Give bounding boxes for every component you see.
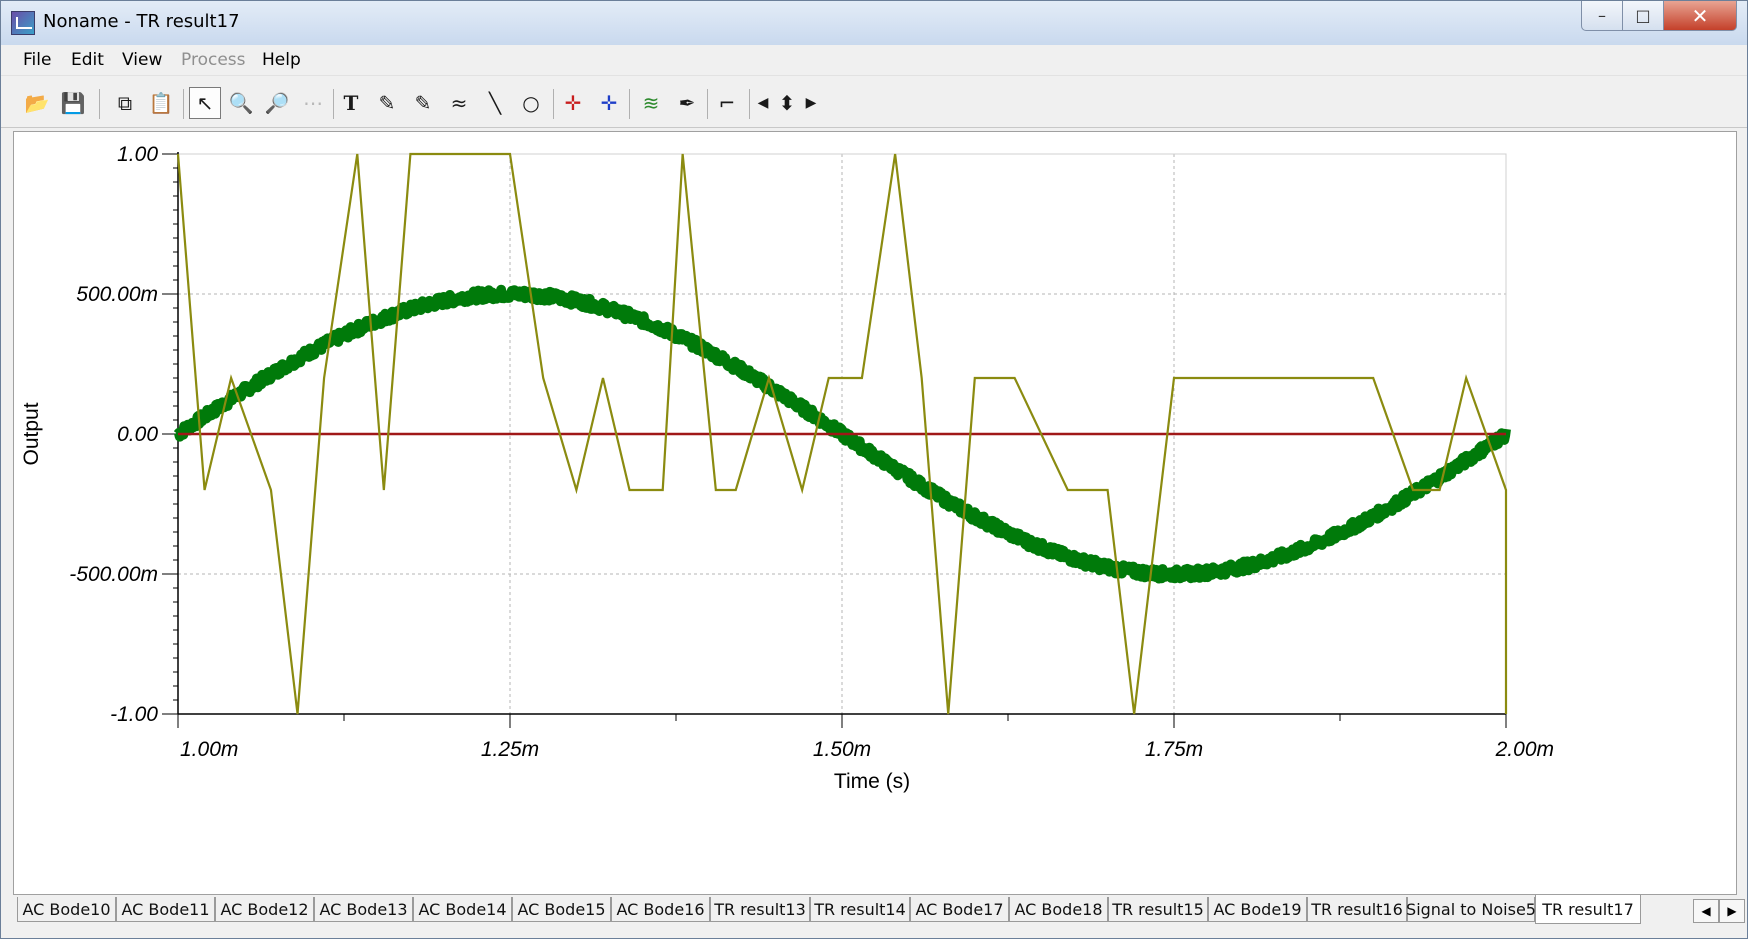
grid-button[interactable]: ⋯ [297,87,329,119]
cursor-b-icon: ✛ [600,91,618,115]
tab-ac-bode19[interactable]: AC Bode19 [1208,897,1307,922]
paste-button[interactable]: 📋 [145,87,177,119]
add-curves-icon: ≋ [642,91,660,115]
y-tick-label: 1.00 [117,143,158,166]
tab-scroll-right-button[interactable]: ▶ [1719,899,1745,923]
zoom-100-icon: 🔎 [264,91,290,115]
text-button[interactable]: T [335,87,367,119]
menu-file[interactable]: File [23,50,51,70]
toolbar-separator [707,89,708,119]
tab-tr-result13[interactable]: TR result13 [710,897,810,922]
window-title: Noname - TR result17 [43,11,240,32]
menu-help[interactable]: Help [262,50,301,70]
tab-ac-bode17[interactable]: AC Bode17 [910,897,1009,922]
title-bar: Noname - TR result17 – □ ✕ [1,1,1747,45]
maximize-button[interactable]: □ [1622,1,1664,31]
save-button[interactable]: 💾 [57,87,89,119]
grid-icon: ⋯ [303,91,323,115]
y-tick-label: -500.00m [69,563,158,586]
toolbar-separator [333,89,334,119]
y-tick-label: 0.00 [117,423,158,446]
pointer-icon: ↖ [196,91,214,115]
text-icon: T [343,91,359,115]
tab-bar: AC Bode10 AC Bode11 AC Bode12 AC Bode13 … [13,895,1745,925]
tab-tr-result17[interactable]: TR result17 [1535,895,1641,924]
menu-bar: File Edit View Process Help [1,45,1747,76]
tab-ac-bode12[interactable]: AC Bode12 [215,897,314,922]
label-point-button[interactable]: ✎ [407,87,439,119]
pointer-button[interactable]: ↖ [189,87,221,119]
y-axis-label: Output [20,402,43,465]
zoom-in-icon: 🔍 [228,91,254,115]
app-window: Noname - TR result17 – □ ✕ File Edit Vie… [0,0,1748,939]
step-icon: ⌐ [718,91,736,115]
tab-signal-to-noise5[interactable]: Signal to Noise5 [1406,897,1536,922]
arrow-left-button[interactable]: ◀ [753,87,773,119]
open-button[interactable]: 📂 [21,87,53,119]
tab-ac-bode13[interactable]: AC Bode13 [314,897,413,922]
label-equation-button[interactable]: ≈ [443,87,475,119]
dropper-icon: ✒ [678,91,696,115]
cursor-a-icon: ✛ [564,91,582,115]
plot-area[interactable]: 1.00 500.00m 0.00 -500.00m -1.00 1.00m 1.25m 1.… [13,131,1737,895]
app-icon[interactable] [11,11,35,35]
tab-ac-bode11[interactable]: AC Bode11 [116,897,215,922]
toolbar-separator [183,89,184,119]
x-tick-label: 1.00m [180,738,238,761]
arrow-right-button[interactable]: ▶ [801,87,821,119]
arrow-left-icon: ◀ [757,95,769,111]
minimize-button[interactable]: – [1581,1,1623,31]
tab-tr-result15[interactable]: TR result15 [1108,897,1208,922]
open-icon: 📂 [24,91,50,115]
circle-icon: ○ [522,91,540,115]
menu-process[interactable]: Process [181,50,246,70]
add-curves-button[interactable]: ≋ [635,87,667,119]
y-tick-label: -1.00 [110,703,158,726]
circle-button[interactable]: ○ [515,87,547,119]
label-curve-button[interactable]: ✎ [371,87,403,119]
zoom-100-button[interactable]: 🔎 [261,87,293,119]
chart[interactable]: 1.00 500.00m 0.00 -500.00m -1.00 1.00m 1.25m 1.… [14,132,1736,894]
x-tick-label: 1.25m [481,738,539,761]
toolbar-separator [553,89,554,119]
arrow-updown-button[interactable]: ⬍ [773,87,801,119]
zoom-in-button[interactable]: 🔍 [225,87,257,119]
label-curve-icon: ✎ [378,91,396,115]
toolbar-separator [629,89,630,119]
copy-button[interactable]: ⧉ [109,87,141,119]
tab-ac-bode15[interactable]: AC Bode15 [512,897,611,922]
close-button[interactable]: ✕ [1663,1,1737,31]
tab-tr-result16[interactable]: TR result16 [1307,897,1407,922]
tab-tr-result14[interactable]: TR result14 [810,897,910,922]
save-icon: 💾 [60,91,86,115]
toolbar-separator [749,89,750,119]
label-equation-icon: ≈ [450,91,468,115]
tab-scroll-left-button[interactable]: ◀ [1693,899,1719,923]
step-button[interactable]: ⌐ [711,87,743,119]
line-button[interactable]: ╲ [479,87,511,119]
tab-ac-bode10[interactable]: AC Bode10 [17,897,116,922]
x-tick-label: 2.00m [1495,738,1554,761]
dropper-button[interactable]: ✒ [671,87,703,119]
tab-ac-bode18[interactable]: AC Bode18 [1009,897,1108,922]
tab-ac-bode14[interactable]: AC Bode14 [413,897,512,922]
cursor-a-button[interactable]: ✛ [557,87,589,119]
arrow-right-icon: ▶ [805,95,817,111]
tab-ac-bode16[interactable]: AC Bode16 [611,897,710,922]
menu-edit[interactable]: Edit [71,50,104,70]
arrow-updown-icon: ⬍ [778,91,796,115]
toolbar: 📂 💾 ⧉ 📋 ↖ 🔍 🔎 ⋯ T ✎ ✎ ≈ ╲ ○ ✛ ✛ ≋ ✒ ⌐ ◀ … [1,77,1747,128]
toolbar-separator [99,89,100,119]
line-icon: ╲ [488,91,502,115]
label-point-icon: ✎ [414,91,432,115]
copy-icon: ⧉ [117,91,133,115]
y-tick-label: 500.00m [76,283,158,306]
paste-icon: 📋 [148,91,174,115]
x-tick-label: 1.50m [813,738,871,761]
x-axis-label: Time (s) [834,770,910,793]
menu-view[interactable]: View [122,50,162,70]
cursor-b-button[interactable]: ✛ [593,87,625,119]
x-tick-label: 1.75m [1145,738,1203,761]
